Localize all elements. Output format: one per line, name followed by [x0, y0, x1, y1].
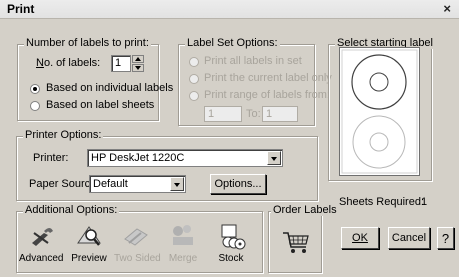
advanced-icon: [32, 228, 53, 246]
preview-label: Preview: [71, 253, 107, 264]
sheets-required-label: Sheets Required:: [339, 196, 424, 208]
range-to-label: To:: [246, 108, 261, 120]
cd-label-bottom[interactable]: [352, 115, 406, 169]
label-set-options-legend: Label Set Options:: [185, 37, 280, 49]
number-of-labels-legend: Number of labels to print:: [24, 37, 151, 49]
merge-label: Merge: [168, 253, 198, 264]
radio-print-all-label: Print all labels in set: [204, 55, 302, 67]
range-from-input[interactable]: 1: [204, 106, 242, 122]
preview-icon: [77, 226, 101, 246]
label-sheet-graphic: [341, 49, 418, 174]
printer-select[interactable]: HP DeskJet 1220C: [87, 149, 283, 167]
two-sided-icon: [124, 228, 148, 246]
radio-label-sheets[interactable]: [30, 101, 40, 111]
printer-label: Printer:: [33, 152, 69, 164]
sheets-required-value: 1: [421, 196, 428, 208]
radio-label-sheets-label: Based on label sheets: [46, 99, 155, 111]
labels-count-input[interactable]: 1: [111, 55, 131, 72]
radio-print-all[interactable]: [189, 57, 199, 67]
preview-tool-button[interactable]: Preview: [67, 221, 111, 264]
shopping-cart-icon: [283, 232, 309, 253]
stock-tool-button[interactable]: Stock: [209, 221, 253, 264]
radio-individual-labels[interactable]: [30, 84, 40, 94]
chevron-down-icon[interactable]: [170, 177, 184, 191]
additional-options-legend: Additional Options:: [23, 204, 120, 216]
spin-up-icon[interactable]: [135, 57, 141, 61]
cancel-button[interactable]: Cancel: [388, 227, 430, 249]
label-sheet-preview[interactable]: [339, 47, 420, 176]
chevron-down-icon[interactable]: [267, 151, 281, 165]
advanced-label: Advanced: [19, 253, 64, 264]
options-button[interactable]: Options...: [210, 174, 266, 194]
radio-print-range[interactable]: [189, 91, 199, 101]
cd-label-top[interactable]: [351, 54, 407, 110]
labels-count-label: No. of labels:: [36, 57, 101, 69]
order-labels-legend: Order Labels: [271, 204, 339, 216]
advanced-tool-button[interactable]: Advanced: [19, 221, 63, 264]
two-sided-label: Two Sided: [114, 253, 161, 264]
printer-options-legend: Printer Options:: [23, 129, 104, 141]
help-button[interactable]: ?: [437, 227, 454, 249]
radio-print-current-label: Print the current label only: [204, 72, 332, 84]
radio-print-current[interactable]: [189, 74, 199, 84]
two-sided-tool-button[interactable]: Two Sided: [114, 221, 161, 264]
labels-count-spinner[interactable]: [132, 55, 144, 72]
stock-icon: [221, 224, 246, 250]
paper-source-select[interactable]: Default: [89, 175, 186, 193]
range-to-input[interactable]: 1: [262, 106, 298, 122]
help-icon: ?: [441, 231, 450, 246]
stock-label: Stock: [218, 253, 244, 264]
radio-individual-labels-label: Based on individual labels: [46, 82, 174, 94]
radio-print-range-label: Print range of labels from:: [204, 89, 330, 101]
merge-tool-button[interactable]: Merge: [161, 221, 205, 264]
close-icon[interactable]: ×: [443, 1, 451, 16]
order-labels-button[interactable]: [280, 227, 312, 257]
spin-down-icon[interactable]: [135, 66, 141, 70]
window-title: Print: [7, 2, 35, 16]
title-bar: Print ×: [0, 0, 459, 19]
merge-icon: [173, 225, 193, 245]
ok-button[interactable]: OK: [341, 227, 379, 249]
